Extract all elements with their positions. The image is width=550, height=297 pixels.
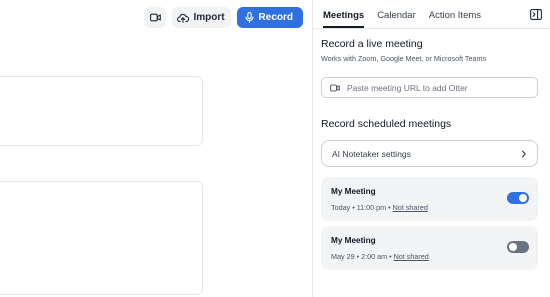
record-label: Record: [258, 12, 293, 23]
meeting-meta: May 29 • 2:00 am • Not shared: [331, 252, 429, 261]
toggle-knob: [509, 243, 517, 251]
record-toggle[interactable]: [507, 241, 529, 253]
main-area: Import Record: [0, 0, 312, 297]
meeting-card[interactable]: My Meeting May 29 • 2:00 am • Not shared: [321, 226, 538, 270]
tab-calendar[interactable]: Calendar: [377, 10, 416, 28]
meeting-card[interactable]: My Meeting Today • 11:00 pm • Not shared: [321, 177, 538, 221]
content-card: [0, 181, 203, 295]
share-status-link[interactable]: Not shared: [394, 252, 429, 261]
panel-tabs: Meetings Calendar Action Items: [323, 10, 481, 28]
meeting-meta: Today • 11:00 pm • Not shared: [331, 203, 428, 212]
tabs-divider: [313, 28, 550, 29]
meeting-url-placeholder: Paste meeting URL to add Otter: [347, 82, 468, 93]
import-label: Import: [193, 12, 225, 23]
live-meeting-heading: Record a live meeting: [321, 38, 423, 50]
meeting-url-input[interactable]: Paste meeting URL to add Otter: [321, 77, 538, 98]
video-camera-icon: [149, 13, 161, 22]
share-status-link[interactable]: Not shared: [393, 203, 428, 212]
meeting-date: Today: [331, 203, 351, 212]
meetings-panel: Meetings Calendar Action Items Record a …: [313, 0, 550, 297]
video-button[interactable]: [144, 7, 167, 28]
video-camera-icon: [330, 84, 340, 92]
meeting-title: My Meeting: [331, 236, 376, 245]
panel-collapse-icon[interactable]: [530, 9, 542, 20]
cloud-upload-icon: [177, 13, 190, 23]
record-toggle[interactable]: [507, 192, 529, 204]
meeting-date: May 29: [331, 252, 355, 261]
meeting-time: 2:00 am: [361, 252, 388, 261]
meeting-title: My Meeting: [331, 187, 376, 196]
import-button[interactable]: Import: [172, 7, 231, 28]
record-button[interactable]: Record: [236, 7, 303, 28]
microphone-icon: [244, 12, 254, 23]
content-card: [0, 76, 203, 146]
live-meeting-subtitle: Works with Zoom, Google Meet, or Microso…: [321, 54, 487, 63]
toggle-knob: [519, 194, 527, 202]
tab-action-items[interactable]: Action Items: [429, 10, 481, 28]
settings-label: AI Notetaker settings: [332, 148, 411, 159]
top-toolbar: Import Record: [144, 7, 303, 28]
scheduled-meetings-heading: Record scheduled meetings: [321, 118, 452, 130]
tab-meetings[interactable]: Meetings: [323, 10, 365, 28]
ai-notetaker-settings-button[interactable]: AI Notetaker settings: [321, 140, 538, 167]
meeting-time: 11:00 pm: [356, 203, 387, 212]
app-root: Import Record Meetings Calendar Action I…: [0, 0, 550, 297]
chevron-right-icon: [521, 150, 527, 158]
